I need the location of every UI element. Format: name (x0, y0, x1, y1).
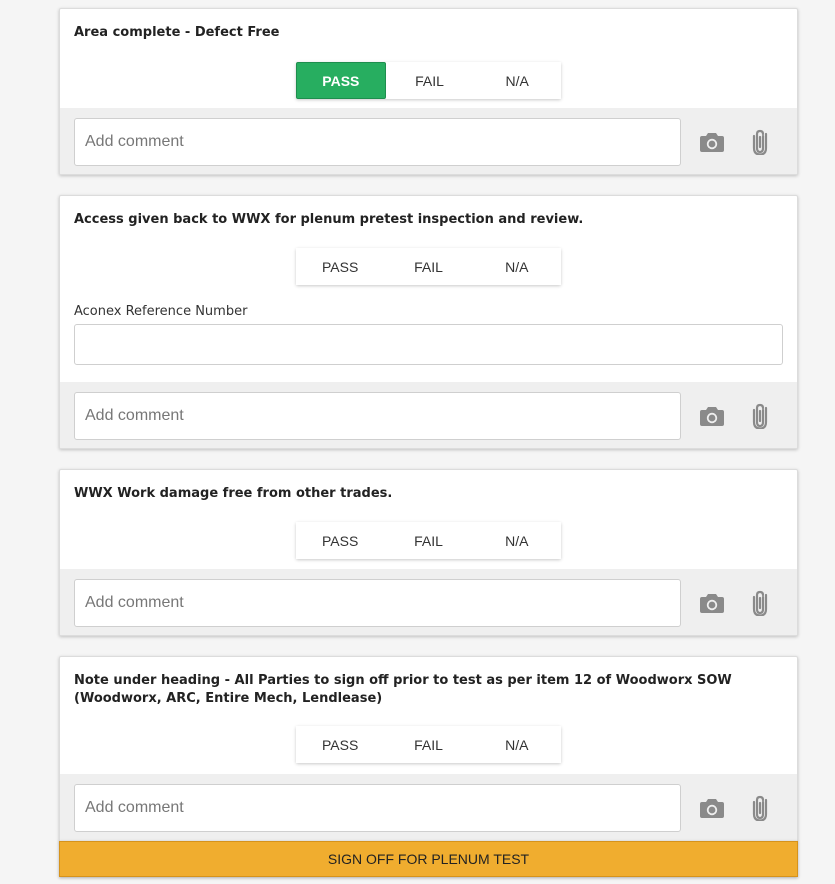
pass-button[interactable]: PASS (296, 248, 385, 285)
pass-fail-na-toggle: PASS FAIL N/A (296, 726, 561, 763)
na-button[interactable]: N/A (472, 726, 561, 763)
comment-bar (60, 569, 797, 635)
paperclip-icon[interactable] (746, 794, 774, 822)
question-text: Area complete - Defect Free (74, 25, 280, 40)
na-button[interactable]: N/A (472, 248, 561, 285)
comment-input[interactable] (74, 579, 681, 627)
pass-button[interactable]: PASS (296, 726, 385, 763)
checklist-item-4: Note under heading - All Parties to sign… (59, 656, 798, 842)
paperclip-icon[interactable] (746, 402, 774, 430)
comment-input[interactable] (74, 118, 681, 166)
comment-bar (60, 382, 797, 448)
pass-button[interactable]: PASS (296, 522, 385, 559)
camera-icon[interactable] (698, 128, 726, 156)
paperclip-icon[interactable] (746, 128, 774, 156)
camera-icon[interactable] (698, 794, 726, 822)
question-text: Access given back to WWX for plenum pret… (74, 212, 584, 227)
comment-bar (60, 108, 797, 174)
camera-icon[interactable] (698, 402, 726, 430)
checklist-item-3: WWX Work damage free from other trades. … (59, 469, 798, 636)
fail-button[interactable]: FAIL (384, 522, 473, 559)
question-text: WWX Work damage free from other trades. (74, 486, 393, 501)
fail-button[interactable]: FAIL (384, 248, 473, 285)
fail-button[interactable]: FAIL (384, 726, 473, 763)
na-button[interactable]: N/A (473, 62, 562, 99)
comment-bar (60, 774, 797, 841)
fail-button[interactable]: FAIL (385, 62, 474, 99)
camera-icon[interactable] (698, 589, 726, 617)
checklist-item-1: Area complete - Defect Free PASS FAIL N/… (59, 8, 798, 175)
na-button[interactable]: N/A (472, 522, 561, 559)
checklist-item-2: Access given back to WWX for plenum pret… (59, 195, 798, 449)
pass-button[interactable]: PASS (296, 62, 386, 99)
pass-fail-na-toggle: PASS FAIL N/A (296, 62, 562, 99)
pass-fail-na-toggle: PASS FAIL N/A (296, 248, 561, 285)
pass-fail-na-toggle: PASS FAIL N/A (296, 522, 561, 559)
comment-input[interactable] (74, 392, 681, 440)
sign-off-button[interactable]: SIGN OFF FOR PLENUM TEST (59, 841, 798, 877)
question-text: Note under heading - All Parties to sign… (74, 673, 732, 706)
paperclip-icon[interactable] (746, 589, 774, 617)
aconex-reference-input[interactable] (74, 324, 783, 365)
aconex-reference-label: Aconex Reference Number (74, 304, 248, 319)
comment-input[interactable] (74, 784, 681, 832)
